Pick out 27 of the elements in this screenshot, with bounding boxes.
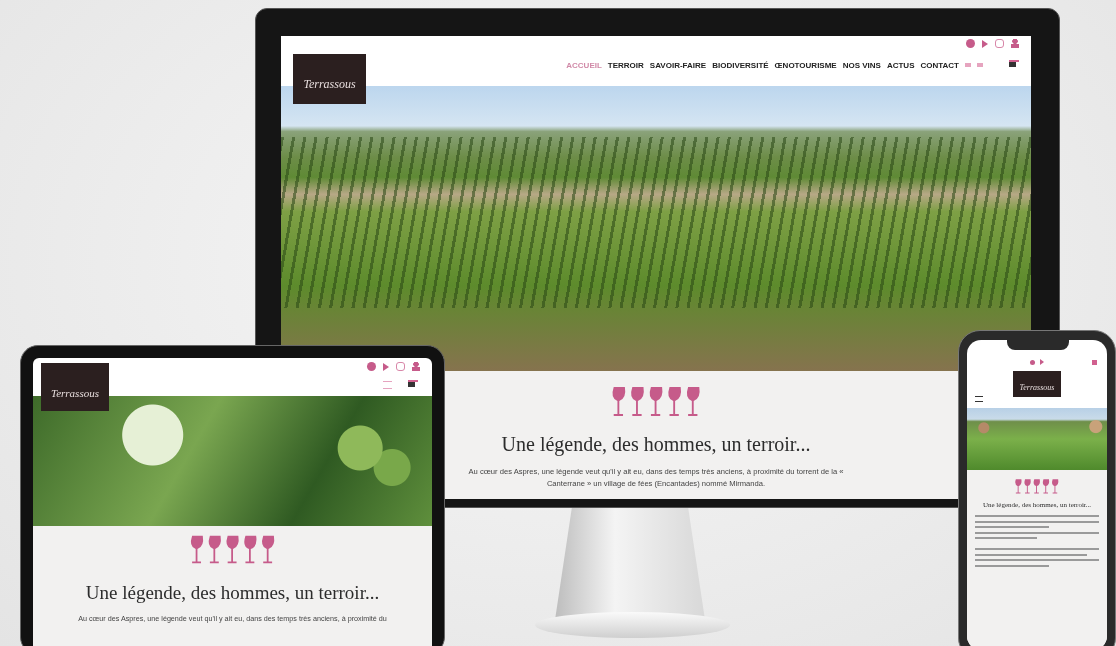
play-icon[interactable] — [383, 362, 389, 371]
nav-link[interactable]: ŒNOTOURISME — [774, 60, 837, 70]
instagram-icon[interactable] — [396, 362, 405, 371]
nav-link[interactable]: TERROIR — [607, 60, 644, 70]
user-icon[interactable] — [1011, 39, 1019, 48]
user-icon[interactable] — [412, 362, 420, 371]
heading: Une légende, des hommes, un terroir... — [501, 433, 811, 456]
nav-link[interactable]: SAVOIR-FAIRE — [649, 60, 707, 70]
nav-link[interactable]: BIODIVERSITÉ — [712, 60, 769, 70]
nav-link[interactable]: NOS VINS — [842, 60, 881, 70]
cart-icon[interactable] — [1009, 60, 1019, 70]
play-icon[interactable] — [1040, 359, 1044, 365]
cart-icon[interactable] — [408, 380, 418, 390]
phone-notch — [1007, 340, 1069, 350]
menu-icon[interactable] — [975, 396, 983, 402]
nav-link[interactable]: CONTACT — [920, 60, 959, 70]
wine-glasses-icon — [1014, 478, 1060, 495]
social-icon[interactable] — [367, 362, 376, 371]
social-icon[interactable] — [966, 39, 975, 48]
logo[interactable]: Terrassous — [293, 54, 366, 104]
logo[interactable]: Terrassous — [1013, 371, 1061, 397]
logo[interactable]: Terrassous — [41, 363, 109, 411]
play-icon[interactable] — [982, 39, 988, 48]
instagram-icon[interactable] — [995, 39, 1004, 48]
social-icon[interactable] — [1030, 359, 1035, 365]
heading: Une légende, des hommes, un terroir... — [85, 582, 380, 604]
nav-link[interactable]: ACTUS — [886, 60, 915, 70]
